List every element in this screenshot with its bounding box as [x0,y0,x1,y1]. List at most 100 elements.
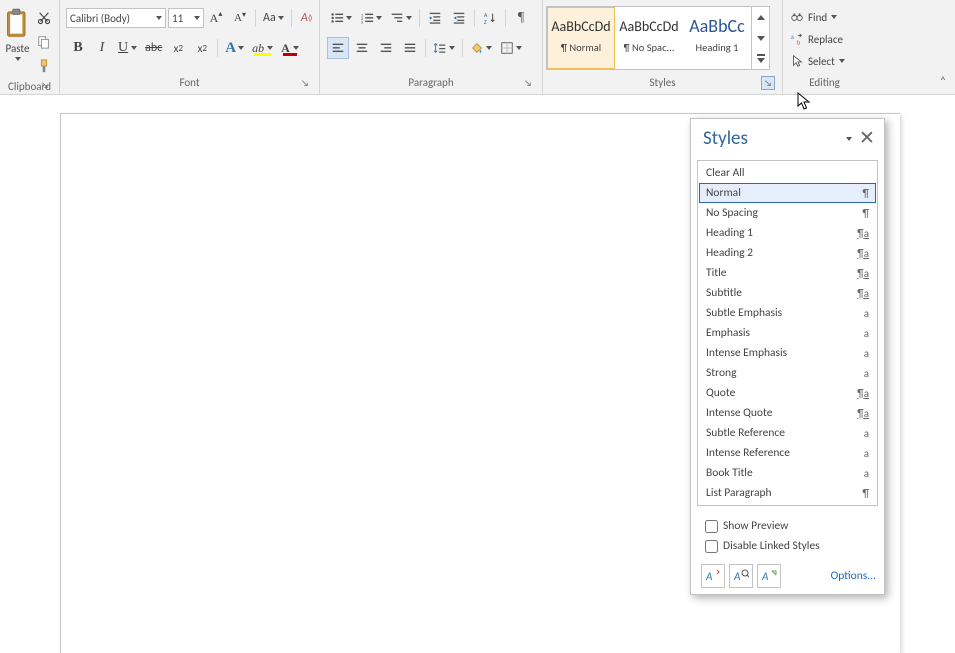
underline-button[interactable]: U [115,37,140,59]
bold-button[interactable]: B [67,37,89,59]
style-item-intense-quote[interactable]: Intense Quote¶a [699,403,876,423]
style-card-normal[interactable]: AaBbCcDd ¶ Normal [547,7,615,69]
chevron-down-icon [156,16,162,20]
clipboard-launcher[interactable]: ↘ [38,78,52,92]
style-item-subtle-emphasis[interactable]: Subtle Emphasisa [699,303,876,323]
styles-row-down[interactable] [752,28,769,49]
style-item-list-paragraph[interactable]: List Paragraph¶ [699,483,876,503]
manage-styles-button[interactable]: A [757,564,781,588]
font-group-label: Font [179,76,199,89]
group-editing: Find ab Replace Select Editing [783,0,866,94]
numbering-button[interactable]: 123 [357,7,385,29]
styles-pane-menu[interactable] [842,132,856,146]
justify-button[interactable] [399,37,421,59]
style-item-normal[interactable]: Normal¶ [699,183,876,203]
align-right-button[interactable] [375,37,397,59]
style-item-strong[interactable]: Stronga [699,363,876,383]
subscript-button[interactable]: x2 [167,37,189,59]
styles-launcher[interactable]: ↘ [761,76,775,90]
cursor-icon [790,54,804,68]
show-preview-checkbox[interactable]: Show Preview [701,516,874,536]
paste-button[interactable]: Paste [3,6,32,72]
svg-text:b: b [797,38,800,46]
clear-formatting-button[interactable]: A◊ [296,7,318,29]
sort-button[interactable]: AZ [479,7,501,29]
replace-icon: ab [790,32,804,46]
decrease-indent-button[interactable] [424,7,446,29]
style-clear-all[interactable]: Clear All [699,163,876,183]
align-center-icon [355,41,369,55]
styles-gallery: AaBbCcDd ¶ Normal AaBbCcDd ¶ No Spac... … [546,6,770,70]
styles-row-up[interactable] [752,7,769,28]
grow-font-button[interactable]: A▴ [205,7,227,29]
style-item-emphasis[interactable]: Emphasisa [699,323,876,343]
chevron-down-icon [831,15,837,19]
style-item-book-title[interactable]: Book Titlea [699,463,876,483]
style-item-intense-reference[interactable]: Intense Referencea [699,443,876,463]
find-button[interactable]: Find [786,6,841,28]
new-style-icon: A [705,568,721,584]
group-paragraph: 123 AZ ¶ [320,0,543,94]
style-item-no-spacing[interactable]: No Spacing¶ [699,203,876,223]
copy-button[interactable] [33,31,55,53]
brush-icon [37,59,51,73]
format-painter-button[interactable] [33,55,55,77]
font-name-combo[interactable]: Calibri (Body) [66,8,166,28]
text-effects-button[interactable]: A [222,37,247,59]
paragraph-launcher[interactable]: ↘ [521,76,535,90]
style-inspector-button[interactable]: A [729,564,753,588]
highlight-button[interactable]: ab [249,37,276,59]
style-card-nospacing[interactable]: AaBbCcDd ¶ No Spac... [615,7,683,69]
svg-text:A: A [733,570,741,583]
replace-button[interactable]: ab Replace [786,28,847,50]
cut-button[interactable] [33,7,55,29]
bucket-icon [470,41,484,55]
paste-label: Paste [6,42,30,55]
align-center-button[interactable] [351,37,373,59]
font-launcher[interactable]: ↘ [298,76,312,90]
style-item-subtle-reference[interactable]: Subtle Referencea [699,423,876,443]
group-font: Calibri (Body) 11 A▴ A▾ Aa A◊ B I U abc [60,0,320,94]
style-item-intense-emphasis[interactable]: Intense Emphasisa [699,343,876,363]
chevron-down-icon [839,59,845,63]
binoculars-icon [790,10,804,24]
font-size-combo[interactable]: 11 [168,8,204,28]
increase-indent-button[interactable] [448,7,470,29]
style-item-heading-2[interactable]: Heading 2¶a [699,243,876,263]
style-item-subtitle[interactable]: Subtitle¶a [699,283,876,303]
group-clipboard: Paste [0,0,60,94]
superscript-button[interactable]: x2 [191,37,213,59]
style-item-heading-1[interactable]: Heading 1¶a [699,223,876,243]
styles-pane: Styles ✕ Clear All Normal¶No Spacing¶Hea… [690,118,885,595]
bullets-button[interactable] [327,7,355,29]
style-item-quote[interactable]: Quote¶a [699,383,876,403]
multilevel-list-button[interactable] [387,7,415,29]
align-right-icon [379,41,393,55]
justify-icon [403,41,417,55]
show-hide-button[interactable]: ¶ [510,7,532,29]
shading-button[interactable] [467,37,495,59]
styles-options-link[interactable]: Options... [831,569,876,583]
svg-text:A: A [705,570,713,583]
style-inspector-icon: A [733,568,749,584]
disable-linked-styles-checkbox[interactable]: Disable Linked Styles [701,536,874,556]
styles-pane-close[interactable]: ✕ [860,132,874,146]
line-spacing-button[interactable] [430,37,458,59]
change-case-button[interactable]: Aa [260,7,287,29]
styles-group-label: Styles [649,76,675,89]
borders-button[interactable] [497,37,525,59]
collapse-ribbon-button[interactable]: ˄ [935,74,951,90]
shrink-font-button[interactable]: A▾ [229,7,251,29]
strikethrough-button[interactable]: abc [142,37,165,59]
styles-more[interactable] [752,48,769,69]
chevron-down-icon [194,16,200,20]
style-item-title[interactable]: Title¶a [699,263,876,283]
italic-button[interactable]: I [91,37,113,59]
font-color-button[interactable]: A [278,37,302,59]
paragraph-group-label: Paragraph [408,76,453,89]
style-card-heading1[interactable]: AaBbCc Heading 1 [683,7,751,69]
new-style-button[interactable]: A [701,564,725,588]
select-button[interactable]: Select [786,50,849,72]
align-left-button[interactable] [327,37,349,59]
font-size-value: 11 [172,12,183,25]
